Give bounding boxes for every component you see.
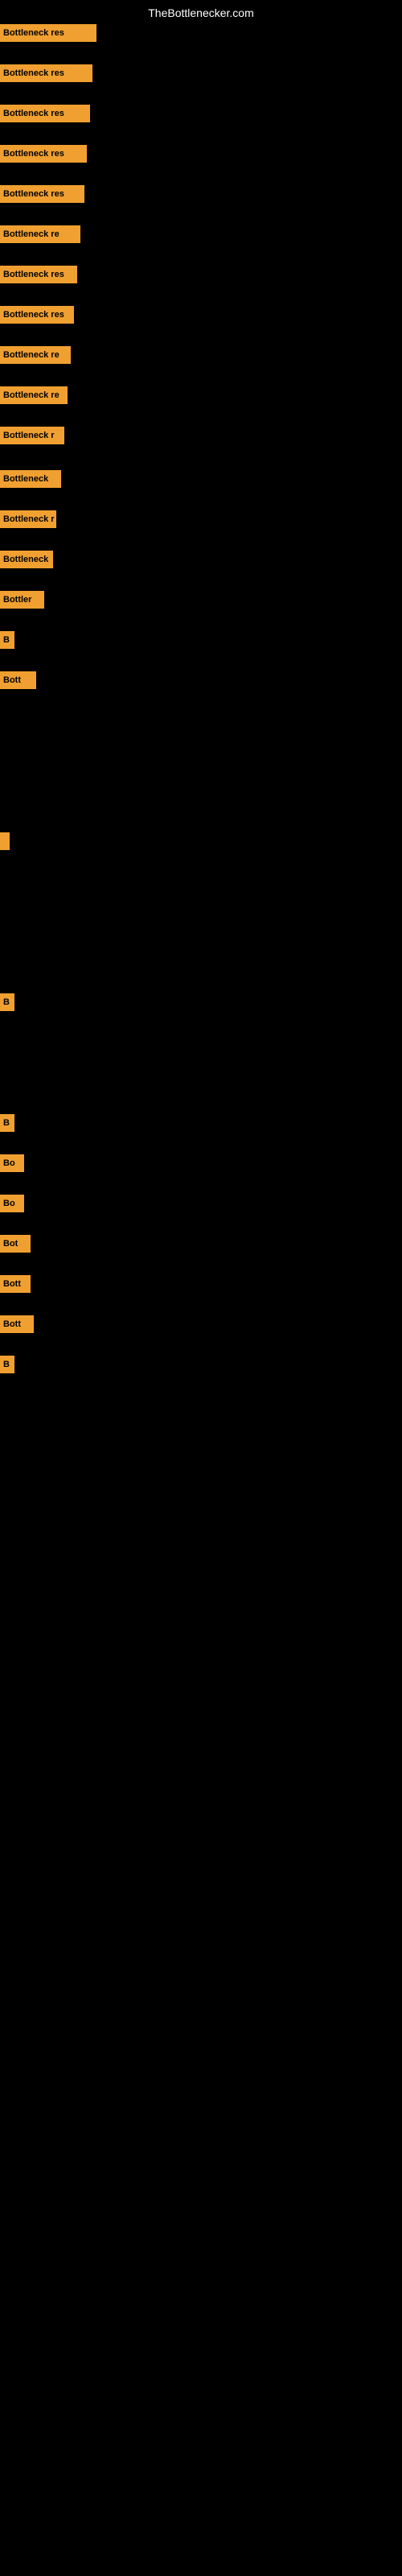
- bottleneck-bar: Bott: [0, 1315, 34, 1333]
- bottleneck-bar: Bo: [0, 1195, 24, 1212]
- bottleneck-bar: Bottleneck: [0, 551, 53, 568]
- bottleneck-bar: Bottleneck re: [0, 386, 68, 404]
- bottleneck-bar: Bo: [0, 1154, 24, 1172]
- bottleneck-bar: B: [0, 631, 14, 649]
- bottleneck-bar: Bottleneck: [0, 470, 61, 488]
- bottleneck-bar: Bottleneck res: [0, 105, 90, 122]
- bottleneck-bar: B: [0, 993, 14, 1011]
- bottleneck-bar: Bottleneck re: [0, 346, 71, 364]
- bottleneck-bar: Bottleneck re: [0, 225, 80, 243]
- bottleneck-bar: Bottleneck res: [0, 306, 74, 324]
- bottleneck-bar: Bot: [0, 1235, 31, 1253]
- bottleneck-bar: Bottleneck res: [0, 64, 92, 82]
- bottleneck-bar: B: [0, 1114, 14, 1132]
- bottleneck-bar: [0, 832, 10, 850]
- bottleneck-bar: Bott: [0, 1275, 31, 1293]
- bottleneck-bar: Bott: [0, 671, 36, 689]
- bottleneck-bar: Bottleneck res: [0, 266, 77, 283]
- bottleneck-bar: Bottleneck r: [0, 510, 56, 528]
- bottleneck-bar: Bottleneck res: [0, 185, 84, 203]
- bottleneck-bar: Bottleneck r: [0, 427, 64, 444]
- bottleneck-bar: Bottleneck res: [0, 24, 96, 42]
- bottleneck-bar: B: [0, 1356, 14, 1373]
- bottleneck-bar: Bottler: [0, 591, 44, 609]
- site-title: TheBottlenecker.com: [148, 6, 254, 19]
- bottleneck-bar: Bottleneck res: [0, 145, 87, 163]
